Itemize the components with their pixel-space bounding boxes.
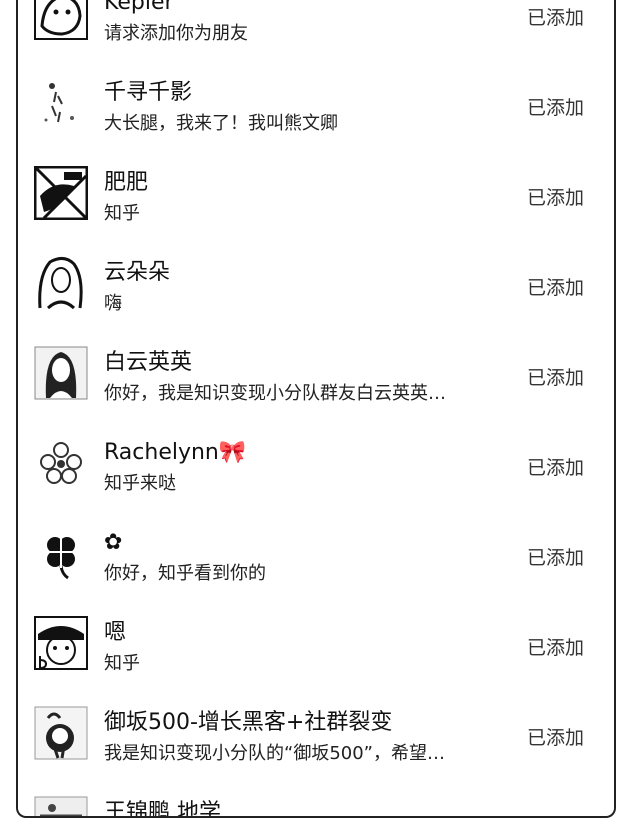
woman-portrait-avatar [34, 256, 88, 310]
contact-name: ✿ [104, 530, 123, 555]
friend-request-list-panel: Kepler 请求添加你为朋友 已添加 千寻千影 大长腿，我来了！我叫熊文卿 已… [16, 0, 616, 818]
list-item[interactable]: 云朵朵 嗨 已添加 [18, 233, 614, 323]
list-item[interactable]: Rachelynn🎀 知乎来哒 已添加 [18, 413, 614, 503]
added-status: 已添加 [526, 187, 584, 209]
list-item[interactable]: 嗯 知乎 已添加 [18, 593, 614, 683]
photo-avatar [34, 796, 88, 816]
added-status: 已添加 [526, 637, 584, 659]
list-item[interactable]: 王锦鹏 地学 [18, 773, 614, 818]
added-status: 已添加 [526, 457, 584, 479]
flower-avatar [34, 436, 88, 490]
contact-name: 御坂500-增长黑客+社群裂变 [104, 710, 393, 735]
list-item[interactable]: ✿ 你好，知乎看到你的 已添加 [18, 503, 614, 593]
list-item[interactable]: Kepler 请求添加你为朋友 已添加 [18, 0, 614, 53]
request-message: 嗨 [104, 293, 122, 314]
list-item[interactable]: 御坂500-增长黑客+社群裂变 我是知识变现小分队的“御坂500”，希望… 已添… [18, 683, 614, 773]
added-status: 已添加 [526, 367, 584, 389]
request-message: 你好，知乎看到你的 [104, 563, 266, 584]
list-item[interactable]: 白云英英 你好，我是知识变现小分队群友白云英英… 已添加 [18, 323, 614, 413]
woman-long-hair-avatar [34, 346, 88, 400]
drawing-avatar [34, 166, 88, 220]
contact-name: 肥肥 [104, 170, 149, 195]
request-message: 知乎 [104, 203, 140, 224]
cartoon-face-avatar [34, 616, 88, 670]
contact-name: 嗯 [104, 620, 127, 645]
contact-name: Rachelynn🎀 [104, 440, 247, 465]
contact-name: 云朵朵 [104, 260, 171, 285]
request-message: 你好，我是知识变现小分队群友白云英英… [104, 383, 446, 404]
list-item[interactable]: 千寻千影 大长腿，我来了！我叫熊文卿 已添加 [18, 53, 614, 143]
friend-request-list: Kepler 请求添加你为朋友 已添加 千寻千影 大长腿，我来了！我叫熊文卿 已… [18, 0, 614, 818]
contact-name: 王锦鹏 地学 [104, 800, 221, 818]
list-item[interactable]: 肥肥 知乎 已添加 [18, 143, 614, 233]
sparse-figure-avatar [34, 76, 88, 130]
sketch-face-avatar [34, 0, 88, 40]
contact-name: 白云英英 [104, 350, 193, 375]
added-status: 已添加 [526, 97, 584, 119]
added-status: 已添加 [526, 547, 584, 569]
request-message: 我是知识变现小分队的“御坂500”，希望… [104, 743, 446, 764]
request-message: 知乎 [104, 653, 140, 674]
request-message: 知乎来哒 [104, 473, 176, 494]
added-status: 已添加 [526, 727, 584, 749]
added-status: 已添加 [526, 7, 584, 29]
request-message: 请求添加你为朋友 [104, 23, 248, 44]
contact-name: Kepler [104, 0, 174, 15]
request-message: 大长腿，我来了！我叫熊文卿 [104, 113, 338, 134]
clover-avatar [34, 526, 88, 580]
added-status: 已添加 [526, 277, 584, 299]
character-avatar [34, 706, 88, 760]
contact-name: 千寻千影 [104, 80, 193, 105]
